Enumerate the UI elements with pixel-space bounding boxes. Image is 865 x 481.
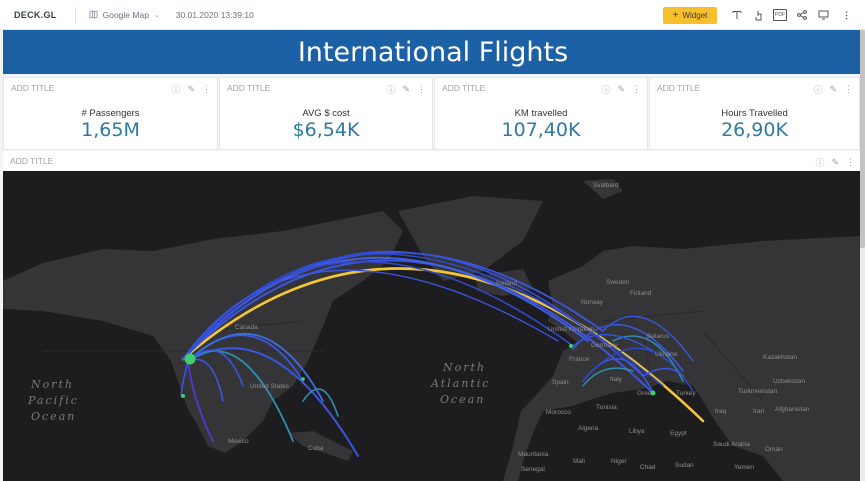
map-label-france: France bbox=[569, 356, 590, 363]
touch-icon[interactable] bbox=[754, 9, 764, 21]
map-label-svalbard: Svalbard bbox=[593, 182, 619, 189]
map-label-afghanistan: Afghanistan bbox=[775, 406, 810, 413]
map-label-turkey: Turkey bbox=[676, 390, 696, 397]
flight-map-canvas[interactable]: Svalbard Iceland Sweden Finland Norway U… bbox=[3, 171, 860, 481]
page-scrollbar-thumb[interactable] bbox=[860, 30, 865, 248]
map-label-cuba: Cuba bbox=[308, 445, 324, 452]
brand-name: DECK.GL bbox=[14, 9, 57, 20]
map-label-spain: Spain bbox=[552, 379, 569, 386]
card-value: 107,40K bbox=[501, 119, 581, 141]
edit-icon[interactable]: ✎ bbox=[831, 157, 839, 168]
map-label-iraq: Iraq bbox=[715, 408, 727, 415]
map-type-select[interactable]: Google Map ⌄ bbox=[89, 10, 160, 20]
map-label-norway: Norway bbox=[581, 299, 604, 306]
info-icon[interactable]: ⓘ bbox=[813, 83, 822, 96]
map-label-egypt: Egypt bbox=[670, 430, 687, 437]
map-label-saudi: Saudi Arabia bbox=[713, 441, 750, 448]
kpi-card-avg-cost: ADD TITLE ⓘ ✎ ⋮ AVG $ cost $6,54K bbox=[219, 77, 433, 150]
map-label-senegal: Senegal bbox=[521, 466, 545, 473]
more-vertical-icon[interactable]: ⋮ bbox=[417, 84, 426, 95]
card-title[interactable]: ADD TITLE bbox=[442, 83, 485, 93]
dashboard-title: International Flights bbox=[297, 37, 569, 68]
map-label-niger: Niger bbox=[611, 458, 627, 465]
card-value: 1,65M bbox=[81, 119, 140, 141]
map-label-ukraine: Ukraine bbox=[655, 351, 678, 358]
add-widget-label: Widget bbox=[682, 11, 708, 20]
map-widget-header: ADD TITLE ⓘ ✎ ⋮ bbox=[3, 151, 860, 171]
map-label-morocco: Morocco bbox=[546, 409, 571, 416]
card-label: AVG $ cost bbox=[302, 108, 350, 119]
monitor-icon[interactable] bbox=[818, 9, 829, 21]
map-label-finland: Finland bbox=[630, 290, 652, 297]
card-title[interactable]: ADD TITLE bbox=[657, 83, 700, 93]
card-label: Hours Travelled bbox=[721, 108, 788, 119]
more-vertical-icon[interactable]: ⋮ bbox=[842, 9, 851, 21]
chevron-down-icon: ⌄ bbox=[153, 11, 160, 19]
map-label-libya: Libya bbox=[629, 428, 645, 435]
share-icon[interactable] bbox=[797, 9, 807, 21]
info-icon[interactable]: ⓘ bbox=[171, 83, 180, 96]
map-icon bbox=[89, 10, 98, 19]
card-label: KM travelled bbox=[514, 108, 568, 119]
map-label-united-states: United States bbox=[250, 383, 290, 390]
map-label-algeria: Algeria bbox=[578, 425, 599, 432]
more-vertical-icon[interactable]: ⋮ bbox=[202, 84, 211, 95]
map-label-germany: Germany bbox=[591, 342, 618, 349]
map-label-turkmenistan: Turkmenistan bbox=[738, 388, 778, 395]
map-label-mexico: Mexico bbox=[228, 438, 249, 445]
map-type-label: Google Map bbox=[102, 9, 149, 20]
card-title[interactable]: ADD TITLE bbox=[227, 83, 270, 93]
kpi-card-passengers: ADD TITLE ⓘ ✎ ⋮ # Passengers 1,65M bbox=[3, 77, 218, 150]
info-icon[interactable]: ⓘ bbox=[386, 83, 395, 96]
ocean-label-line: Pacific bbox=[27, 394, 79, 407]
map-label-canada: Canada bbox=[235, 324, 258, 331]
map-label-mali: Mali bbox=[573, 458, 585, 465]
add-widget-button[interactable]: + Widget bbox=[663, 7, 717, 24]
map-label-oman: Oman bbox=[765, 446, 783, 453]
text-icon[interactable] bbox=[732, 9, 742, 21]
land-masses bbox=[3, 179, 860, 481]
card-title[interactable]: ADD TITLE bbox=[10, 156, 53, 166]
timestamp: 30.01.2020 13:39:10 bbox=[175, 9, 254, 20]
card-value: $6,54K bbox=[292, 119, 360, 141]
map-label-iran: Iran bbox=[753, 408, 765, 415]
map-label-iceland: Iceland bbox=[496, 280, 517, 287]
pdf-export-icon[interactable]: PDF bbox=[773, 9, 787, 21]
kpi-card-km-travelled: ADD TITLE ⓘ ✎ ⋮ KM travelled 107,40K bbox=[434, 77, 648, 150]
more-vertical-icon[interactable]: ⋮ bbox=[846, 157, 855, 168]
edit-icon[interactable]: ✎ bbox=[402, 84, 410, 95]
ocean-label-line: North bbox=[442, 361, 486, 374]
info-icon[interactable]: ⓘ bbox=[815, 156, 824, 169]
flight-map[interactable]: Svalbard Iceland Sweden Finland Norway U… bbox=[3, 171, 860, 481]
map-label-italy: Italy bbox=[610, 376, 623, 383]
ocean-label-line: Ocean bbox=[31, 410, 76, 423]
edit-icon[interactable]: ✎ bbox=[187, 84, 195, 95]
map-label-yemen: Yemen bbox=[734, 464, 754, 471]
more-vertical-icon[interactable]: ⋮ bbox=[632, 84, 641, 95]
plus-icon: + bbox=[672, 10, 679, 21]
ocean-label-line: North bbox=[30, 378, 74, 391]
ocean-label-line: Ocean bbox=[440, 393, 485, 406]
more-vertical-icon[interactable]: ⋮ bbox=[844, 84, 853, 95]
card-label: # Passengers bbox=[81, 108, 140, 119]
edit-icon[interactable]: ✎ bbox=[617, 84, 625, 95]
ocean-label-line: Atlantic bbox=[430, 377, 490, 390]
dashboard-banner: International Flights bbox=[3, 30, 863, 74]
map-label-united: United Kingdom bbox=[548, 326, 594, 333]
info-icon[interactable]: ⓘ bbox=[601, 83, 610, 96]
map-label-tunisia: Tunisia bbox=[596, 404, 617, 411]
map-label-uzbekistan: Uzbekistan bbox=[773, 378, 806, 385]
card-title[interactable]: ADD TITLE bbox=[11, 83, 54, 93]
map-label-kazakhstan: Kazakhstan bbox=[763, 354, 797, 361]
map-label-sweden: Sweden bbox=[606, 279, 630, 286]
card-value: 26,90K bbox=[721, 119, 788, 141]
map-label-chad: Chad bbox=[640, 464, 656, 471]
map-label-mauritania: Mauritania bbox=[518, 451, 549, 458]
map-label-greece: Gree bbox=[637, 390, 652, 397]
map-label-sudan: Sudan bbox=[675, 462, 694, 469]
kpi-card-hours-travelled: ADD TITLE ⓘ ✎ ⋮ Hours Travelled 26,90K bbox=[649, 77, 860, 150]
edit-icon[interactable]: ✎ bbox=[829, 84, 837, 95]
map-label-belarus: Belarus bbox=[647, 333, 670, 340]
toolbar-divider bbox=[74, 6, 76, 23]
